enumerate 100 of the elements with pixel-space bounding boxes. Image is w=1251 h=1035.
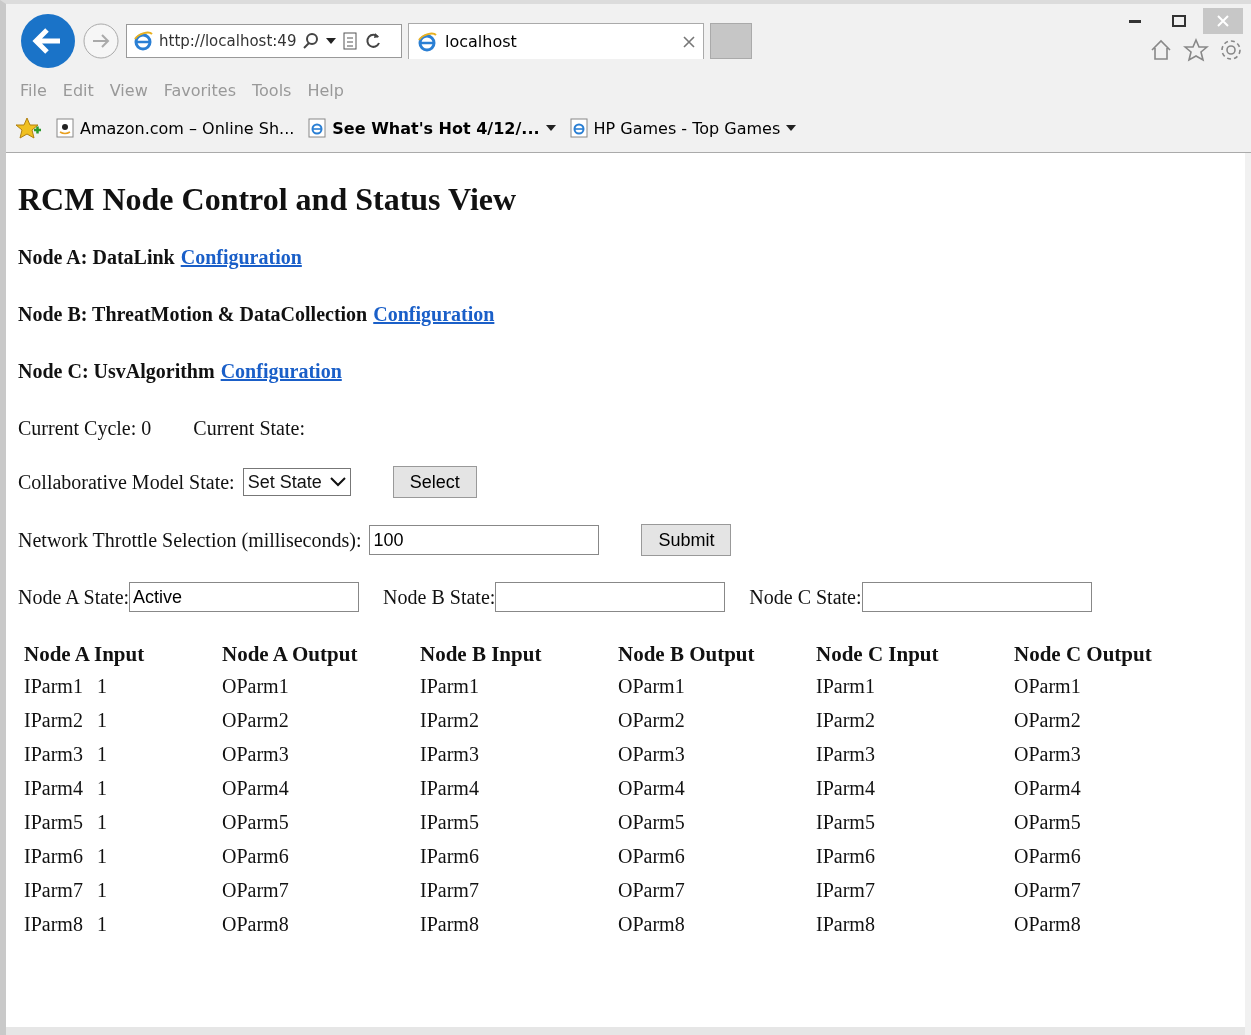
caret-icon	[545, 125, 556, 131]
caret-icon	[326, 38, 337, 44]
table-cell: 1	[96, 810, 107, 834]
table-cell: OParm7	[1014, 878, 1081, 901]
table-cell: OParm1	[618, 674, 685, 697]
table-cell: IParm6	[24, 844, 83, 868]
table-cell: IParm1	[24, 674, 83, 698]
table-cell: OParm5	[1014, 810, 1081, 833]
table-cell: OParm4	[222, 776, 289, 799]
table-cell: OParm6	[222, 844, 289, 867]
node-label: Node B: ThreatMotion & DataCollection	[18, 303, 368, 326]
configuration-link[interactable]: Configuration	[220, 360, 342, 383]
table-cell: IParm3	[816, 742, 875, 765]
table-cell: 1	[96, 776, 107, 800]
configuration-link[interactable]: Configuration	[180, 246, 302, 269]
forward-button[interactable]	[82, 22, 120, 60]
star-icon[interactable]	[1183, 38, 1209, 62]
configuration-link[interactable]: Configuration	[373, 303, 495, 326]
table-cell: 1	[96, 742, 107, 766]
table-cell: IParm5	[420, 810, 479, 833]
table-cell: OParm3	[618, 742, 685, 765]
table-cell: OParm8	[1014, 912, 1081, 935]
minimize-icon[interactable]	[1129, 19, 1141, 23]
table-cell: 1	[96, 844, 107, 868]
table-cell: IParm4	[24, 776, 83, 800]
table-cell: IParm3	[420, 742, 479, 765]
submit-button[interactable]: Submit	[641, 524, 732, 556]
refresh-icon[interactable]	[364, 32, 383, 50]
table-cell: IParm1	[420, 674, 479, 697]
table-cell: IParm5	[816, 810, 875, 833]
table-cell: IParm1	[816, 674, 875, 697]
address-field[interactable]: http://localhost:49	[126, 24, 402, 58]
table-cell: OParm1	[222, 674, 289, 697]
favorite-link[interactable]: Amazon.com – Online Sh...	[80, 118, 295, 138]
table-cell: IParm7	[24, 878, 83, 902]
table-cell: IParm2	[420, 708, 479, 731]
table-cell: IParm2	[816, 708, 875, 731]
select-button[interactable]: Select	[392, 466, 477, 498]
node-label: Node C: UsvAlgorithm	[18, 360, 215, 383]
caret-icon	[786, 125, 797, 131]
table-cell: OParm6	[618, 844, 685, 867]
page-icon	[308, 118, 327, 138]
table-cell: 1	[96, 708, 107, 732]
table-cell: 1	[96, 878, 107, 902]
model-state-label: Collaborative Model State:	[18, 470, 235, 494]
page-title: RCM Node Control and Status View	[18, 181, 518, 218]
column-header: Node B Input	[419, 641, 543, 668]
node-state-field[interactable]	[861, 582, 1092, 612]
home-icon[interactable]	[1149, 38, 1173, 62]
search-icon[interactable]	[302, 32, 321, 50]
favorites-star-icon[interactable]	[16, 116, 42, 140]
table-cell: IParm8	[420, 912, 479, 935]
favorite-link[interactable]: HP Games - Top Games	[593, 118, 781, 138]
table-cell: OParm4	[1014, 776, 1081, 799]
table-cell: OParm7	[222, 878, 289, 901]
node-state-field[interactable]	[495, 582, 726, 612]
document-icon[interactable]	[342, 32, 359, 50]
node-label: Node A: DataLink	[18, 246, 175, 269]
table-cell: OParm2	[222, 708, 289, 731]
node-state-label: Node B State:	[383, 585, 496, 609]
node-state-label: Node A State:	[18, 585, 130, 609]
back-button[interactable]	[20, 13, 76, 69]
node-state-label: Node C State:	[749, 585, 862, 609]
close-icon	[1217, 15, 1229, 27]
column-header: Node C Input	[815, 641, 940, 668]
browser-logo-icon	[417, 31, 437, 52]
page-icon	[569, 118, 588, 138]
table-cell: IParm5	[24, 810, 83, 834]
table-cell: OParm3	[1014, 742, 1081, 765]
throttle-field[interactable]: 100	[369, 525, 600, 555]
throttle-label: Network Throttle Selection (milliseconds):	[18, 528, 362, 552]
table-cell: OParm5	[618, 810, 685, 833]
table-cell: 1	[96, 674, 107, 698]
state-label: Current State:	[193, 417, 305, 440]
table-cell: OParm2	[1014, 708, 1081, 731]
table-cell: IParm7	[816, 878, 875, 901]
table-cell: OParm5	[222, 810, 289, 833]
close-icon[interactable]	[683, 35, 695, 48]
browser-tab[interactable]: localhost	[408, 23, 704, 59]
favorite-link[interactable]: See What's Hot 4/12/...	[332, 118, 540, 138]
table-cell: OParm8	[618, 912, 685, 935]
table-cell: IParm2	[24, 708, 83, 732]
settings-icon[interactable]	[1219, 38, 1243, 62]
column-header: Node A Output	[221, 641, 359, 668]
table-cell: IParm8	[24, 912, 83, 936]
cycle-label: Current Cycle: 0	[18, 417, 152, 440]
state-dropdown[interactable]: Set State	[242, 468, 351, 496]
table-cell: IParm4	[816, 776, 875, 799]
table-cell: OParm7	[618, 878, 685, 901]
column-header: Node C Output	[1013, 641, 1153, 668]
table-cell: IParm3	[24, 742, 83, 766]
node-state-field[interactable]: Active	[129, 582, 360, 612]
table-cell: OParm1	[1014, 674, 1081, 697]
table-cell: IParm8	[816, 912, 875, 935]
table-cell: IParm6	[420, 844, 479, 867]
maximize-icon[interactable]	[1172, 15, 1186, 27]
chevron-down-icon	[329, 477, 346, 487]
table-cell: OParm4	[618, 776, 685, 799]
table-cell: OParm6	[1014, 844, 1081, 867]
column-header: Node B Output	[617, 641, 756, 668]
